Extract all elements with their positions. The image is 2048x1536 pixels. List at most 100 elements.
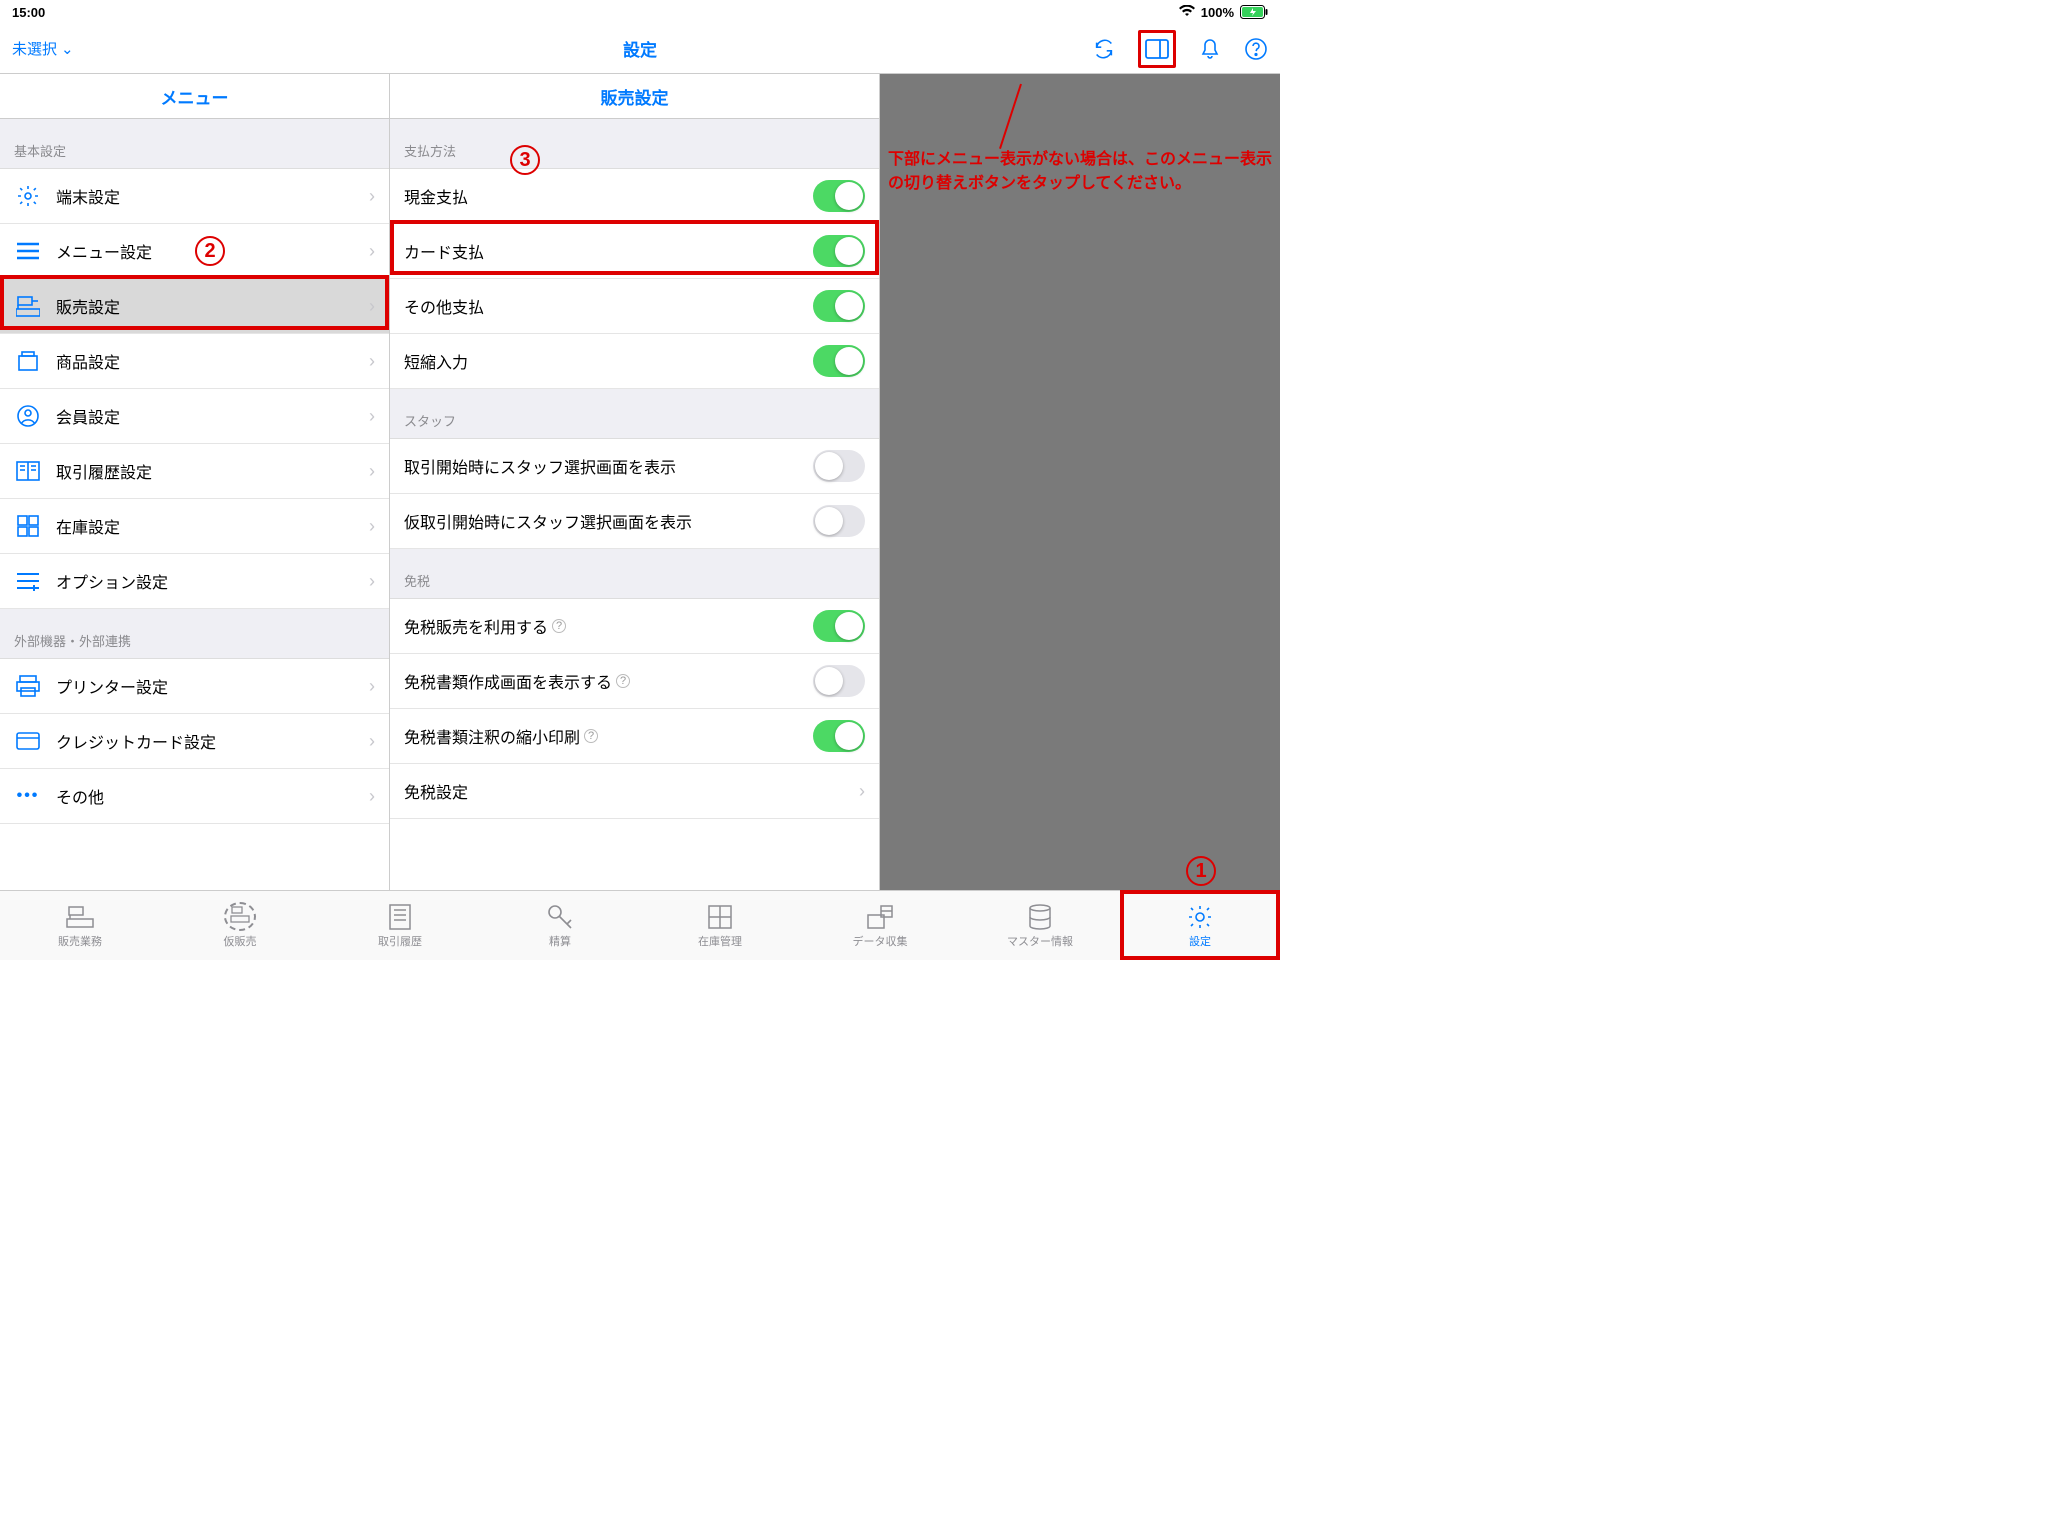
nav-bar: 未選択 ⌄ 設定	[0, 24, 1280, 74]
help-icon[interactable]: ?	[616, 674, 630, 688]
help-icon[interactable]	[1244, 37, 1268, 61]
toggle-other[interactable]	[813, 290, 865, 322]
group-header-staff: スタッフ	[390, 389, 879, 439]
chevron-right-icon: ›	[369, 186, 375, 207]
tab-temp-sales[interactable]: 仮販売	[160, 891, 320, 960]
person-icon	[14, 402, 42, 430]
menu-option-settings[interactable]: オプション設定 ›	[0, 554, 389, 609]
row-label: オプション設定	[56, 569, 369, 593]
menu-stock-settings[interactable]: 在庫設定 ›	[0, 499, 389, 554]
tab-sales[interactable]: 販売業務	[0, 891, 160, 960]
row-label: 現金支払	[404, 184, 813, 208]
tab-label: 設定	[1189, 933, 1211, 949]
menu-history-settings[interactable]: 取引履歴設定 ›	[0, 444, 389, 499]
row-label: その他	[56, 784, 369, 808]
status-bar: 15:00 100%	[0, 0, 1280, 24]
dots-icon: •••	[14, 782, 42, 810]
row-cash-payment: 現金支払 3	[390, 169, 879, 224]
chevron-right-icon: ›	[859, 781, 865, 802]
row-other-payment: その他支払	[390, 279, 879, 334]
box-icon	[14, 347, 42, 375]
tab-label: 仮販売	[224, 933, 257, 949]
battery-icon	[1240, 5, 1268, 19]
wifi-icon	[1179, 5, 1195, 20]
toggle-staff-start[interactable]	[813, 450, 865, 482]
menu-menu-settings[interactable]: メニュー設定 › 2	[0, 224, 389, 279]
tab-label: データ収集	[853, 933, 908, 949]
tab-settings[interactable]: 設定	[1120, 891, 1280, 960]
layout-icon	[1145, 37, 1169, 61]
section-header-basic: 基本設定	[0, 119, 389, 169]
toggle-taxfree-doc[interactable]	[813, 665, 865, 697]
row-label: 仮取引開始時にスタッフ選択画面を表示	[404, 509, 813, 533]
status-time: 15:00	[12, 5, 45, 20]
menu-product-settings[interactable]: 商品設定 ›	[0, 334, 389, 389]
tab-settlement[interactable]: 精算	[480, 891, 640, 960]
row-label: 取引履歴設定	[56, 459, 369, 483]
section-header-external: 外部機器・外部連携	[0, 609, 389, 659]
battery-percent: 100%	[1201, 5, 1234, 20]
row-label: 免税設定	[404, 779, 859, 803]
card-icon	[14, 727, 42, 755]
menu-sales-settings[interactable]: 販売設定 ›	[0, 279, 389, 334]
menu-credit-card-settings[interactable]: クレジットカード設定 ›	[0, 714, 389, 769]
group-header-payment: 支払方法	[390, 119, 879, 169]
row-taxfree-settings[interactable]: 免税設定 ›	[390, 764, 879, 819]
row-staff-start: 取引開始時にスタッフ選択画面を表示	[390, 439, 879, 494]
chevron-right-icon: ›	[369, 461, 375, 482]
data-icon	[864, 903, 896, 931]
menu-printer-settings[interactable]: プリンター設定 ›	[0, 659, 389, 714]
row-label: その他支払	[404, 294, 813, 318]
row-label: 取引開始時にスタッフ選択画面を表示	[404, 454, 813, 478]
row-label: 端末設定	[56, 184, 369, 208]
back-button[interactable]: 未選択 ⌄	[12, 38, 74, 59]
help-icon[interactable]: ?	[584, 729, 598, 743]
chevron-right-icon: ›	[369, 351, 375, 372]
cabinet-icon	[704, 903, 736, 931]
row-taxfree-print: 免税書類注釈の縮小印刷?	[390, 709, 879, 764]
chevron-right-icon: ›	[369, 786, 375, 807]
chevron-down-icon: ⌄	[61, 40, 74, 58]
gear-icon	[1184, 903, 1216, 931]
row-short-input: 短縮入力	[390, 334, 879, 389]
row-label: 在庫設定	[56, 514, 369, 538]
chevron-right-icon: ›	[369, 731, 375, 752]
menu-terminal-settings[interactable]: 端末設定 ›	[0, 169, 389, 224]
chevron-right-icon: ›	[369, 406, 375, 427]
row-taxfree-use: 免税販売を利用する?	[390, 599, 879, 654]
tab-inventory[interactable]: 在庫管理	[640, 891, 800, 960]
annotation-badge-2: 2	[195, 236, 225, 266]
register-icon	[14, 292, 42, 320]
grid-icon	[14, 512, 42, 540]
toggle-taxfree-use[interactable]	[813, 610, 865, 642]
chevron-right-icon: ›	[369, 296, 375, 317]
list-plus-icon	[14, 567, 42, 595]
layout-toggle-button[interactable]	[1138, 30, 1176, 68]
row-label: カード支払	[404, 239, 813, 263]
tab-label: 取引履歴	[378, 933, 422, 949]
menu-other[interactable]: ••• その他 ›	[0, 769, 389, 824]
register-icon	[64, 903, 96, 931]
row-taxfree-doc: 免税書類作成画面を表示する?	[390, 654, 879, 709]
toggle-staff-temp[interactable]	[813, 505, 865, 537]
menu-panel-title: メニュー	[0, 74, 389, 119]
book-icon	[14, 457, 42, 485]
toggle-cash[interactable]	[813, 180, 865, 212]
toggle-card[interactable]	[813, 235, 865, 267]
refresh-icon[interactable]	[1092, 37, 1116, 61]
help-icon[interactable]: ?	[552, 619, 566, 633]
toggle-taxfree-print[interactable]	[813, 720, 865, 752]
tab-master[interactable]: マスター情報	[960, 891, 1120, 960]
right-placeholder: 下部にメニュー表示がない場合は、このメニュー表示の切り替えボタンをタップしてくだ…	[880, 74, 1280, 890]
chevron-right-icon: ›	[369, 571, 375, 592]
detail-panel-title: 販売設定	[390, 74, 879, 119]
tab-data[interactable]: データ収集	[800, 891, 960, 960]
toggle-short[interactable]	[813, 345, 865, 377]
menu-member-settings[interactable]: 会員設定 ›	[0, 389, 389, 444]
tab-history[interactable]: 取引履歴	[320, 891, 480, 960]
lines-icon	[14, 237, 42, 265]
bell-icon[interactable]	[1198, 37, 1222, 61]
row-label: 短縮入力	[404, 349, 813, 373]
annotation-note: 下部にメニュー表示がない場合は、このメニュー表示の切り替えボタンをタップしてくだ…	[888, 148, 1272, 196]
tab-label: 販売業務	[58, 933, 102, 949]
